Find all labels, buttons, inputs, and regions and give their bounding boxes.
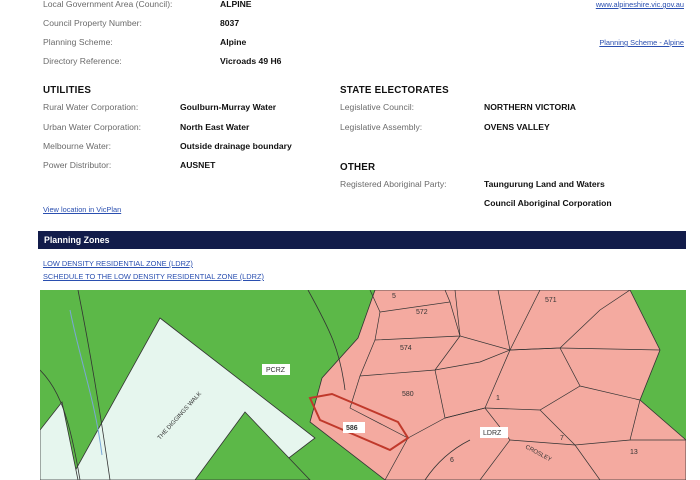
aboriginal-party-value-line2: Council Aboriginal Corporation [484, 198, 612, 208]
lot-6: 6 [450, 457, 454, 464]
urban-water-value: North East Water [180, 122, 250, 132]
lot-580: 580 [402, 391, 414, 398]
lga-value: ALPINE [220, 0, 252, 9]
lot-1: 1 [496, 395, 500, 402]
lot-586: 586 [346, 425, 358, 432]
rural-water-value: Goulburn-Murray Water [180, 102, 277, 112]
planning-zone-map[interactable]: PCRZ LDRZ 5 572 571 574 580 1 586 7 6 13… [40, 290, 686, 480]
council-website-link[interactable]: www.alpineshire.vic.gov.au [596, 0, 684, 9]
other-heading: OTHER [340, 162, 376, 173]
legislative-council-label: Legislative Council: [340, 102, 415, 112]
utilities-heading: UTILITIES [43, 85, 92, 96]
urban-water-label: Urban Water Corporation: [43, 122, 142, 132]
planning-scheme-link[interactable]: Planning Scheme - Alpine [599, 38, 684, 47]
power-value: AUSNET [180, 160, 216, 170]
directory-label: Directory Reference: [43, 56, 122, 66]
lot-572: 572 [416, 309, 428, 316]
directory-value: Vicroads 49 H6 [220, 56, 282, 66]
lot-7: 7 [560, 435, 564, 442]
ldrz-schedule-link[interactable]: SCHEDULE TO THE LOW DENSITY RESIDENTIAL … [43, 272, 264, 281]
ldrz-label: LDRZ [483, 430, 502, 437]
vicplan-link[interactable]: View location in VicPlan [43, 205, 121, 214]
pcrz-label: PCRZ [266, 367, 286, 374]
map-canvas: PCRZ LDRZ 5 572 571 574 580 1 586 7 6 13… [40, 290, 686, 480]
electorates-heading: STATE ELECTORATES [340, 85, 449, 96]
lot-571: 571 [545, 297, 557, 304]
aboriginal-party-label: Registered Aboriginal Party: [340, 179, 447, 189]
rural-water-label: Rural Water Corporation: [43, 102, 139, 112]
ldrz-link[interactable]: LOW DENSITY RESIDENTIAL ZONE (LDRZ) [43, 259, 193, 268]
power-label: Power Distributor: [43, 160, 112, 170]
planning-zones-bar: Planning Zones [38, 231, 686, 249]
cpn-label: Council Property Number: [43, 18, 142, 28]
planning-zones-heading: Planning Zones [44, 235, 110, 245]
lga-label: Local Government Area (Council): [43, 0, 173, 9]
legislative-council-value: NORTHERN VICTORIA [484, 102, 576, 112]
lot-13: 13 [630, 449, 638, 456]
aboriginal-party-value-line1: Taungurung Land and Waters [484, 179, 605, 189]
melbourne-water-label: Melbourne Water: [43, 141, 111, 151]
scheme-label: Planning Scheme: [43, 37, 113, 47]
cpn-value: 8037 [220, 18, 240, 28]
melbourne-water-value: Outside drainage boundary [180, 141, 292, 151]
legislative-assembly-label: Legislative Assembly: [340, 122, 423, 132]
lot-574: 574 [400, 345, 412, 352]
legislative-assembly-value: OVENS VALLEY [484, 122, 550, 132]
lot-5: 5 [392, 293, 396, 300]
scheme-value: Alpine [220, 37, 247, 47]
